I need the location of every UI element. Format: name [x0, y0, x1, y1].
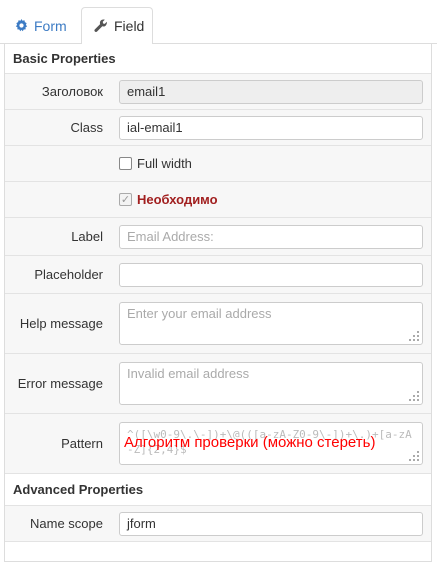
resize-grip-icon[interactable]: [409, 451, 419, 461]
full-width-checkbox[interactable]: Full width: [119, 156, 423, 171]
row-full-width: Full width: [5, 146, 431, 182]
heading-input[interactable]: email1: [119, 79, 423, 104]
error-message-label: Error message: [17, 376, 103, 391]
class-input[interactable]: ial-email1: [119, 115, 423, 140]
field-properties-panel: Basic Properties Заголовок email1 Class …: [4, 44, 432, 562]
row-required: ✓ Необходимо: [5, 182, 431, 218]
name-scope-label: Name scope: [30, 516, 103, 531]
error-message-textarea[interactable]: Invalid email address: [119, 362, 423, 405]
tab-field-label: Field: [114, 18, 145, 34]
tab-bar: Form Field: [0, 0, 437, 45]
required-label: Необходимо: [137, 192, 218, 207]
resize-grip-icon[interactable]: [409, 331, 419, 341]
full-width-label: Full width: [137, 156, 192, 171]
tab-form-label: Form: [34, 17, 67, 34]
full-width-checkbox-box[interactable]: [119, 157, 132, 170]
row-help-message: Help message Enter your email address: [5, 294, 431, 354]
pattern-textarea[interactable]: ^([\w0-9\.\-])+\@(([a-zA-Z0-9\-])+\.)+[a…: [119, 422, 423, 465]
advanced-properties-heading: Advanced Properties: [5, 474, 431, 506]
heading-label: Заголовок: [41, 84, 103, 99]
row-heading: Заголовок email1: [5, 74, 431, 110]
row-class: Class ial-email1: [5, 110, 431, 146]
required-checkbox[interactable]: ✓ Необходимо: [119, 192, 423, 207]
placeholder-label: Placeholder: [34, 267, 103, 282]
row-pattern: Pattern ^([\w0-9\.\-])+\@(([a-zA-Z0-9\-]…: [5, 414, 431, 474]
tab-field[interactable]: Field: [81, 7, 153, 45]
help-message-placeholder: Enter your email address: [127, 306, 272, 321]
required-checkbox-box[interactable]: ✓: [119, 193, 132, 206]
help-message-textarea[interactable]: Enter your email address: [119, 302, 423, 345]
pattern-label: Pattern: [61, 436, 103, 451]
row-name-scope: Name scope jform: [5, 506, 431, 542]
resize-grip-icon[interactable]: [409, 391, 419, 401]
placeholder-input[interactable]: [119, 262, 423, 287]
label-label: Label: [71, 229, 103, 244]
help-message-label: Help message: [19, 316, 103, 331]
row-error-message: Error message Invalid email address: [5, 354, 431, 414]
tab-form[interactable]: Form: [3, 7, 75, 44]
label-input[interactable]: Email Address:: [119, 224, 423, 249]
name-scope-input[interactable]: jform: [119, 511, 423, 536]
gear-icon: [15, 19, 28, 32]
class-label: Class: [70, 120, 103, 135]
pattern-annotation: Алгоритм проверки (можно стереть): [124, 434, 376, 451]
row-label: Label Email Address:: [5, 218, 431, 256]
wrench-icon: [94, 19, 108, 33]
error-message-placeholder: Invalid email address: [127, 366, 250, 381]
row-placeholder: Placeholder: [5, 256, 431, 294]
basic-properties-heading: Basic Properties: [5, 44, 431, 74]
